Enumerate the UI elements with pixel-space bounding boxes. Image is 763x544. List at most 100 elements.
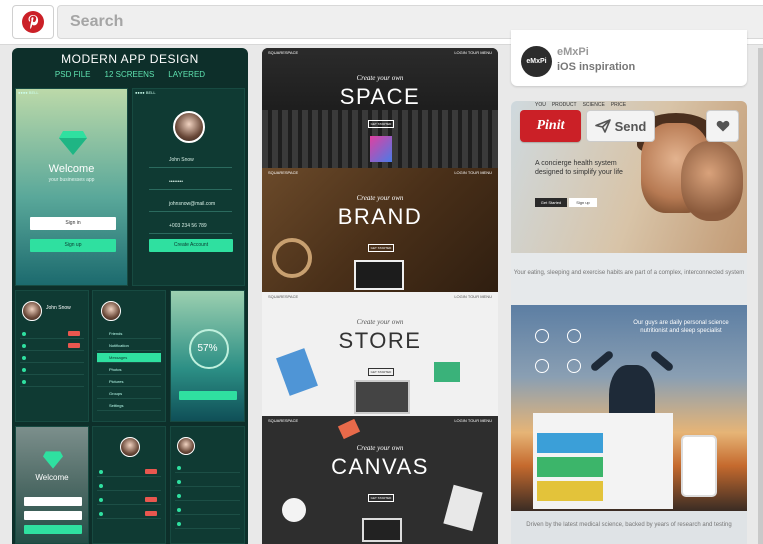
like-button[interactable] — [706, 110, 739, 142]
list-item — [20, 341, 84, 351]
form-divider — [149, 189, 232, 190]
tag-layered: LAYERED — [168, 70, 206, 79]
tag-screens: 12 SCREENS — [104, 70, 155, 79]
menu-item-notification: Notification — [97, 341, 161, 351]
create-label: Create your own — [356, 194, 404, 202]
sign-up-button: Sign up — [569, 198, 597, 207]
section-title: CANVAS — [331, 454, 429, 479]
pinit-button[interactable]: Pinit — [520, 110, 581, 142]
welcome-subtitle: your businesses app — [48, 177, 95, 183]
section-title: BRAND — [337, 204, 423, 229]
tablet-image — [362, 518, 402, 542]
arm-shape — [649, 349, 675, 373]
list-item — [175, 463, 240, 473]
avatar — [177, 437, 195, 455]
get-started-button: GET STARTED — [368, 244, 394, 252]
next-column-edge — [758, 48, 763, 544]
section-title: STORE — [338, 328, 422, 353]
status-bar: ●●●● BELL — [135, 90, 156, 95]
list-item — [20, 365, 84, 375]
settings-screen — [92, 426, 166, 544]
create-label: Create your own — [356, 74, 404, 82]
list-item — [97, 467, 161, 477]
laptop-image — [354, 380, 410, 414]
mid-text: Your eating, sleeping and exercise habit… — [513, 270, 745, 276]
sq-nav: LOGIN TOUR MENU — [454, 50, 492, 55]
get-started-button: GET STARTED — [368, 120, 394, 128]
product-image — [370, 136, 392, 162]
menu-item-messages: Messages — [97, 353, 161, 363]
create-label: Create your own — [356, 318, 404, 326]
form-name: John Snow — [169, 157, 194, 163]
pin-squarespace[interactable]: SQUARESPACE LOGIN TOUR MENU Create your o… — [262, 48, 498, 544]
moon-icon — [535, 359, 549, 373]
paper-image — [443, 484, 483, 532]
status-bar: ●●●● BELL — [18, 90, 39, 95]
send-label: Send — [614, 118, 647, 134]
messages-screen — [170, 426, 245, 544]
form-phone: +003 234 56 789 — [169, 223, 207, 229]
progress-percent: 57% — [197, 343, 218, 354]
list-item — [175, 505, 240, 515]
login-button — [24, 525, 82, 534]
list-item — [20, 377, 84, 387]
clock-icon — [535, 329, 549, 343]
welcome-title: Welcome — [48, 163, 95, 175]
sign-up-button: Sign up — [30, 239, 116, 252]
tile-green — [537, 457, 603, 477]
password-field — [24, 511, 82, 520]
create-label: Create your own — [356, 444, 404, 452]
pinterest-logo-button[interactable] — [12, 5, 54, 39]
pinner-name[interactable]: eMxPi — [557, 46, 589, 58]
menu-item-settings: Settings — [97, 401, 161, 411]
welcome-screen-alt: Welcome — [15, 426, 89, 544]
pin-health-app[interactable]: YOU PRODUCT SCIENCE PRICE A concierge healt… — [511, 101, 747, 544]
cup-image — [282, 498, 306, 522]
section-title: SPACE — [339, 84, 421, 109]
send-button[interactable]: Send — [586, 110, 655, 142]
pin-title: MODERN APP DESIGN — [61, 52, 199, 66]
site-nav: YOU PRODUCT SCIENCE PRICE — [535, 102, 627, 108]
sq-topbar: SQUARESPACE LOGIN TOUR MENU — [262, 48, 498, 58]
friend-name: John Snow — [46, 305, 71, 311]
sq-topbar: SQUARESPACE LOGIN TOUR MENU — [268, 294, 492, 299]
form-password: •••••••• — [169, 179, 184, 185]
mid-section: Your eating, sleeping and exercise habit… — [511, 253, 747, 305]
menu-item-groups: Groups — [97, 389, 161, 399]
card-image — [434, 362, 460, 382]
list-item — [20, 353, 84, 363]
gem-icon — [59, 131, 87, 155]
welcome-title: Welcome — [35, 473, 69, 482]
list-item — [175, 491, 240, 501]
list-item — [97, 495, 161, 505]
avatar — [22, 301, 42, 321]
tablet-image — [354, 260, 404, 290]
face-shape — [681, 141, 743, 221]
progress-button — [179, 391, 237, 400]
board-name[interactable]: iOS inspiration — [557, 61, 635, 73]
pin-emxpi-attribution[interactable]: eMxPi eMxPi iOS inspiration — [511, 30, 747, 86]
section-store: SQUARESPACE LOGIN TOUR MENU Create your o… — [262, 292, 498, 416]
pin-app-design[interactable]: MODERN APP DESIGN PSD FILE 12 SCREENS LA… — [12, 48, 248, 544]
create-account-button: Create Account — [149, 239, 233, 252]
glove-image — [276, 348, 318, 396]
sq-brand: SQUARESPACE — [268, 50, 299, 55]
send-icon — [594, 119, 611, 133]
progress-screen: 57% — [170, 290, 245, 422]
menu-screen: Friends Notification Messages Photos Pic… — [92, 290, 166, 422]
leaf-icon — [567, 359, 581, 373]
emxpi-avatar[interactable]: eMxPi — [521, 46, 552, 77]
menu-item-pictures: Pictures — [97, 377, 161, 387]
tile-blue — [537, 433, 603, 453]
profile-form-screen: ●●●● BELL John Snow •••••••• johnsnow@ma… — [132, 88, 245, 286]
sq-topbar: SQUARESPACE LOGIN TOUR MENU — [268, 170, 492, 175]
get-started-button: GET STARTED — [368, 494, 394, 502]
heart-icon — [716, 120, 729, 132]
welcome-screen: ●●●● BELL Welcome your businesses app Si… — [15, 88, 128, 286]
form-divider — [149, 233, 232, 234]
get-started-button: GET STARTED — [368, 368, 394, 376]
list-item — [20, 329, 84, 339]
heart-icon — [567, 329, 581, 343]
get-started-button: Get Started — [535, 198, 567, 207]
phone-mockup — [681, 435, 717, 497]
